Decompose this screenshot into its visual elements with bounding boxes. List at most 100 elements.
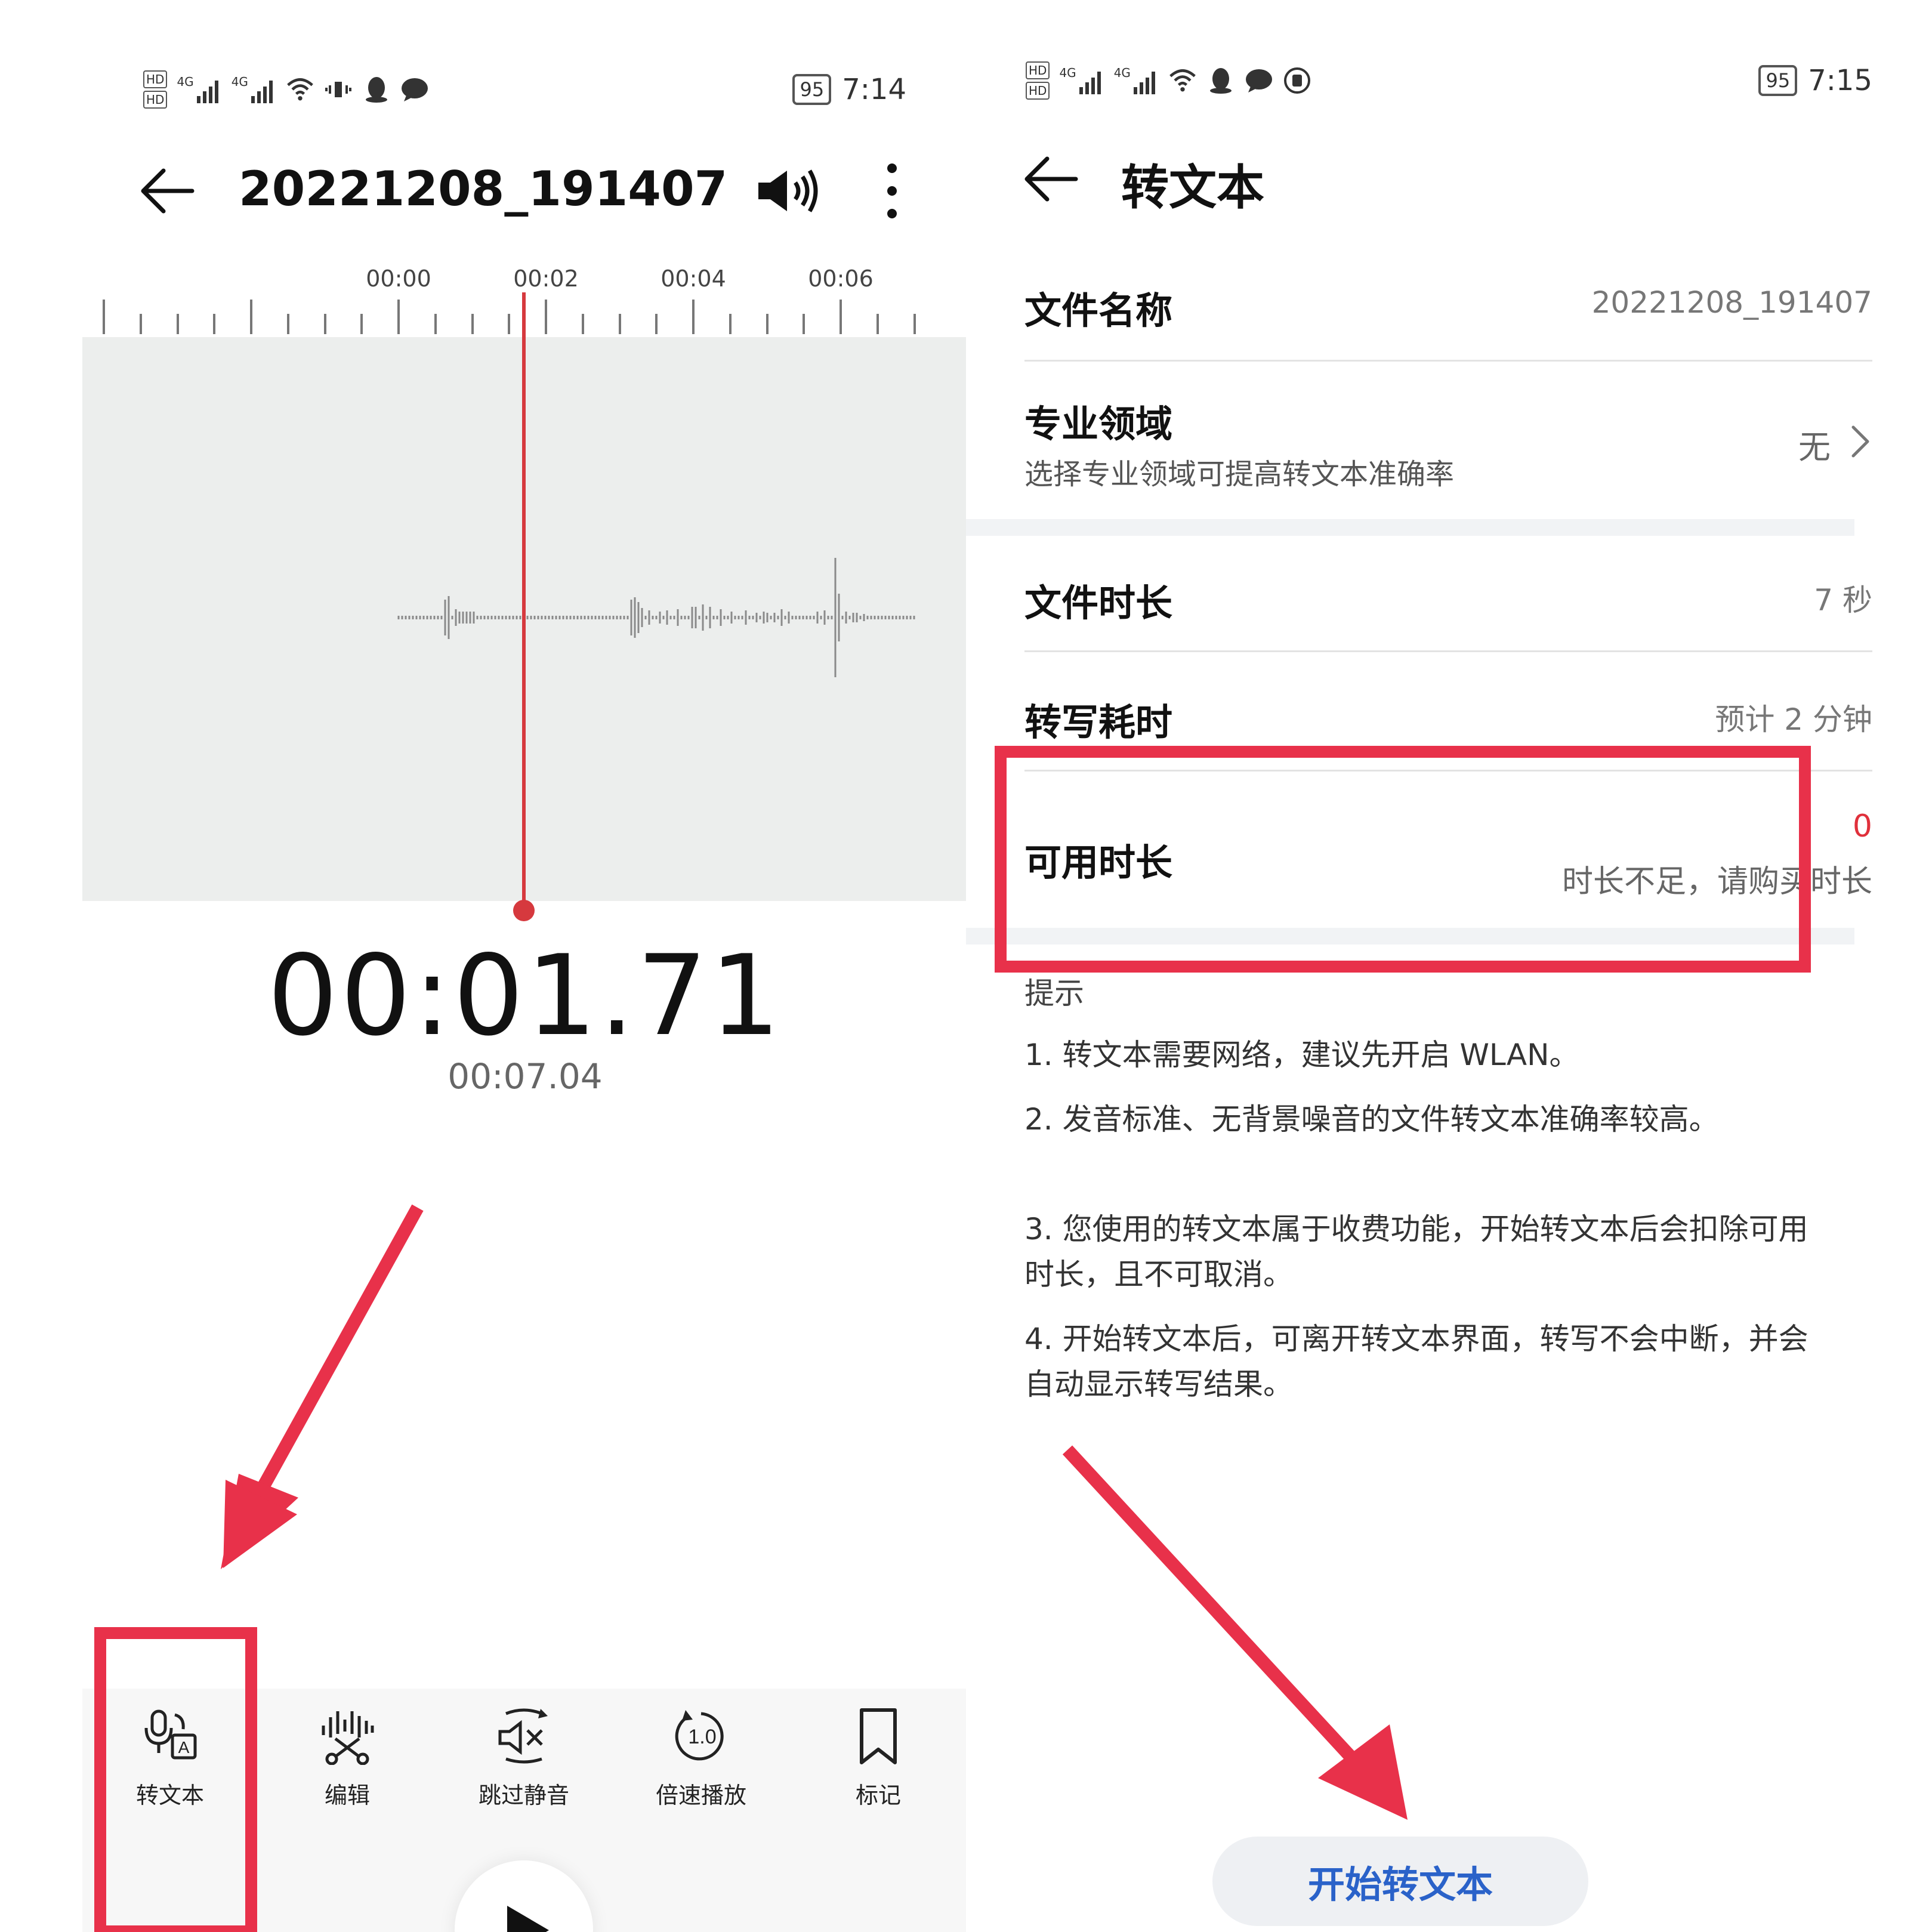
ruler-tick [250, 300, 252, 334]
annotation-arrow [1062, 1445, 1408, 1820]
chevron-right-icon [1851, 425, 1869, 458]
back-button[interactable] [137, 158, 197, 224]
status-bar: HD HD 4G 4G 95 [143, 57, 906, 122]
signal-icon: 4G [177, 75, 221, 104]
ruler-tick [655, 314, 658, 334]
ruler-tick [913, 314, 916, 334]
playback-speed-button[interactable]: 1.0 倍速播放 [641, 1706, 761, 1810]
speech-to-text-settings-screen: HD HD 4G 4G 95 7:15 转文本 文件名称 20221208_19… [966, 0, 1932, 1932]
ruler-tick [692, 300, 695, 334]
highlight-box [94, 1627, 257, 1932]
qq-notification-icon [362, 75, 391, 104]
hd-volte-icon: HD HD [143, 70, 168, 109]
ruler-tick [176, 314, 179, 334]
duration-value: 7 秒 [1814, 583, 1872, 618]
start-transcription-button[interactable]: 开始转文本 [1212, 1837, 1588, 1926]
section-separator [966, 519, 1854, 536]
back-arrow-icon [141, 168, 195, 214]
ruler-tick [618, 314, 621, 334]
ruler-tick [840, 300, 842, 334]
ruler-tick [876, 314, 879, 334]
hd-volte-icon: HD HD [1026, 61, 1050, 100]
wechat-notification-icon [1245, 66, 1273, 95]
scissors-edit-icon [322, 1711, 374, 1765]
edit-button[interactable]: 编辑 [288, 1706, 407, 1810]
signal-icon: 4G [1059, 66, 1104, 95]
wifi-icon [286, 75, 314, 104]
signal-icon: 4G [1114, 66, 1159, 95]
domain-hint: 选择专业领域可提高转文本准确率 [1024, 458, 1455, 491]
skip-silence-button[interactable]: 跳过静音 [464, 1706, 584, 1810]
ruler-label: 00:00 [366, 266, 431, 292]
ruler-tick [545, 300, 547, 334]
status-bar: HD HD 4G 4G 95 [1026, 48, 1872, 113]
domain-value: 无 [1798, 428, 1831, 466]
signal-icon: 4G [232, 75, 276, 104]
ruler-tick [581, 314, 584, 334]
battery-icon: 95 [792, 74, 832, 105]
ruler-tick [434, 314, 437, 334]
skip-silence-icon [498, 1708, 548, 1764]
ruler-tick [286, 314, 289, 334]
page-title: 转文本 [1121, 160, 1264, 215]
qq-notification-icon [1206, 66, 1235, 95]
annotation-arrow [221, 1204, 424, 1569]
domain-label: 专业领域 [1024, 402, 1173, 446]
transcribe-time-label: 转写耗时 [1024, 700, 1173, 744]
file-name-value: 20221208_191407 [1591, 285, 1872, 320]
app-notification-icon [1283, 66, 1311, 95]
tip-item: 3. 您使用的转文本属于收费功能，开始转文本后会扣除可用时长，且不可取消。 [1024, 1212, 1808, 1292]
speaker-button[interactable] [752, 161, 823, 221]
current-time: 00:01.71 [267, 931, 783, 1060]
vibrate-icon [324, 75, 353, 104]
back-arrow-icon [1024, 156, 1078, 202]
total-time: 00:07.04 [447, 1056, 603, 1097]
recording-playback-screen: HD HD 4G 4G 95 7:14 20221208_191407 00:0… [0, 0, 966, 1932]
more-options-button[interactable] [871, 161, 913, 221]
highlight-box [995, 746, 1811, 973]
domain-row[interactable]: 专业领域 选择专业领域可提高转文本准确率 无 [966, 364, 1932, 513]
back-button[interactable] [1021, 146, 1081, 212]
status-time: 7:15 [1808, 64, 1872, 97]
speed-value: 1.0 [688, 1726, 716, 1748]
transcribe-time-value: 预计 2 分钟 [1715, 702, 1872, 737]
battery-icon: 95 [1758, 65, 1798, 96]
wechat-notification-icon [400, 75, 429, 104]
ruler-tick [803, 314, 805, 334]
status-time: 7:14 [842, 73, 906, 106]
tool-label: 跳过静音 [478, 1782, 569, 1808]
duration-label: 文件时长 [1024, 581, 1173, 625]
more-vertical-icon [887, 163, 897, 218]
file-name-label: 文件名称 [1024, 289, 1173, 332]
bookmark-icon [860, 1708, 897, 1764]
playback-speed-icon: 1.0 [675, 1710, 724, 1761]
ruler-tick [213, 314, 216, 334]
tool-label: 编辑 [324, 1782, 370, 1808]
ruler-tick [139, 314, 142, 334]
ruler-tick [360, 314, 363, 334]
ruler-tick [103, 300, 105, 334]
divider [1024, 360, 1872, 362]
tip-item: 4. 开始转文本后，可离开转文本界面，转写不会中断，并会自动显示转写结果。 [1024, 1322, 1808, 1402]
ruler-tick [397, 300, 400, 334]
wifi-icon [1168, 66, 1197, 95]
ruler-tick [766, 314, 769, 334]
playhead-line [522, 292, 526, 913]
playhead-handle[interactable] [513, 900, 535, 921]
ruler-tick [508, 314, 511, 334]
page-title: 20221208_191407 [239, 161, 728, 217]
ruler-label: 00:04 [661, 266, 726, 292]
ruler-label: 00:02 [513, 266, 579, 292]
divider [1024, 650, 1872, 652]
available-time-value: 0 [1852, 808, 1872, 844]
tip-item: 1. 转文本需要网络，建议先开启 WLAN。 [1024, 1038, 1579, 1072]
bookmark-button[interactable]: 标记 [819, 1706, 938, 1810]
ruler-tick [323, 314, 326, 334]
ruler-label: 00:06 [808, 266, 874, 292]
ruler-tick [471, 314, 474, 334]
speaker-icon [758, 169, 818, 212]
tool-label: 倍速播放 [655, 1782, 746, 1808]
play-icon [507, 1906, 549, 1932]
tips-title: 提示 [1024, 976, 1084, 1011]
tip-item: 2. 发音标准、无背景噪音的文件转文本准确率较高。 [1024, 1102, 1719, 1137]
